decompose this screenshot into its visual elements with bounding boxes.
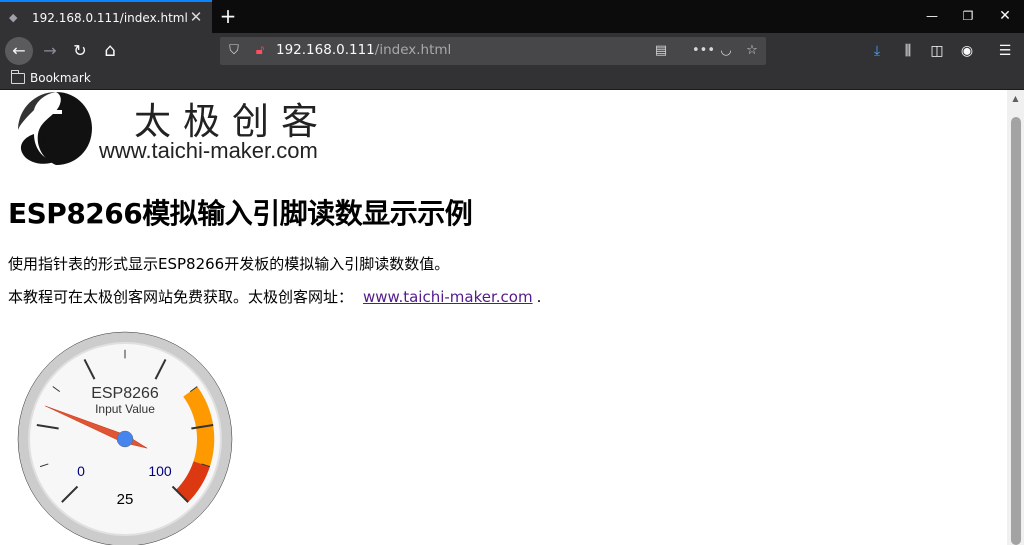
sidebar-icon[interactable]: ◫ [928,42,946,60]
scrollbar-thumb[interactable] [1011,117,1021,545]
downloads-icon[interactable]: ⤓ [868,42,886,60]
back-button[interactable]: ← [5,37,33,65]
source-suffix: . [536,288,542,306]
taichi-maker-link[interactable]: www.taichi-maker.com [363,288,533,306]
insecure-lock-icon[interactable]: 🔓︎ [252,43,268,59]
url-host: 192.168.0.111 [276,42,375,58]
url-bar[interactable]: ⛉ 🔓︎ 192.168.0.111/index.html ▤ ••• ◡ ☆ [220,37,766,65]
bookmark-star-icon[interactable]: ☆ [744,43,760,59]
account-icon[interactable]: ◉ [958,42,976,60]
navigation-toolbar: ← → ↻ ⌂ ⛉ 🔓︎ 192.168.0.111/index.html ▤ … [0,33,1024,69]
url-path: /index.html [374,42,452,58]
tab-title: 192.168.0.111/index.html [32,10,188,25]
menu-icon[interactable]: ☰ [996,42,1014,60]
home-button[interactable]: ⌂ [96,37,124,65]
page-actions-icon[interactable]: ••• [692,43,715,59]
gauge-subtitle: Input Value [95,402,155,416]
folder-icon [11,70,25,84]
bookmark-folder-label[interactable]: Bookmark [30,71,91,85]
reload-button[interactable]: ↻ [66,37,94,65]
close-window-button[interactable]: ✕ [982,0,1024,32]
page-title: ESP8266模拟输入引脚读数显示示例 [8,197,473,230]
gauge-max-label: 100 [148,463,172,479]
title-bar: ◆ 192.168.0.111/index.html ✕ + — ❐ ✕ [0,0,1024,33]
scroll-up-icon[interactable]: ▲ [1007,90,1024,107]
source-paragraph: 本教程可在太极创客网站免费获取。太极创客网址： www.taichi-maker.… [8,286,541,307]
library-icon[interactable]: ⫼ [899,42,917,60]
page-favicon-icon: ◆ [9,10,18,24]
logo-chinese-text: 太极创客 [134,100,330,143]
new-tab-button[interactable]: + [214,3,242,29]
gauge-value-label: 25 [117,491,134,508]
site-info-shield-icon[interactable]: ⛉ [226,43,242,59]
browser-tab[interactable]: ◆ 192.168.0.111/index.html ✕ [0,0,212,33]
url-text[interactable]: 192.168.0.111/index.html [276,42,451,58]
gauge-min-label: 0 [77,463,85,479]
logo-url-text: www.taichi-maker.com [99,138,318,163]
gauge-chart: ESP8266 Input Value 0 100 25 [17,331,233,545]
forward-button[interactable]: → [36,37,64,65]
source-text: 本教程可在太极创客网站免费获取。太极创客网址： [8,288,354,306]
taichi-maker-logo: 太极创客 www.taichi-maker.com [14,90,359,166]
reader-view-icon[interactable]: ▤ [653,43,669,59]
description-paragraph: 使用指针表的形式显示ESP8266开发板的模拟输入引脚读数数值。 [8,255,450,273]
pocket-icon[interactable]: ◡ [718,43,734,59]
bookmarks-toolbar: Bookmark [0,69,1024,90]
tab-close-icon[interactable]: ✕ [188,9,204,25]
gauge-needle-hub [116,430,134,448]
vertical-scrollbar[interactable]: ▲ [1007,90,1024,545]
page-viewport: 太极创客 www.taichi-maker.com ESP8266模拟输入引脚读… [0,90,1007,545]
gauge-title: ESP8266 [91,385,159,402]
yin-yang-icon [18,92,92,165]
